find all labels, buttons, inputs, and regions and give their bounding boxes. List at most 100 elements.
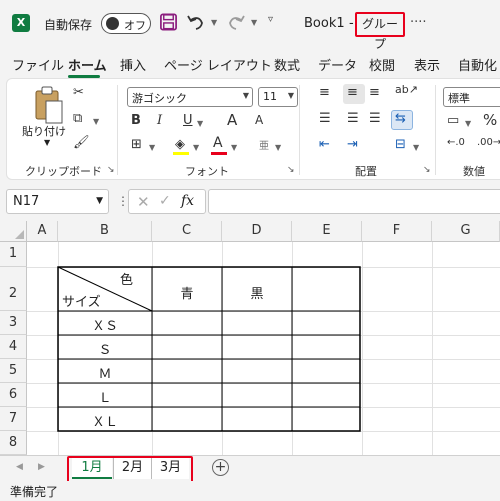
cut-icon[interactable]: ✂ [73,85,84,100]
wrap-text-icon[interactable]: ⇆ [395,111,406,126]
enter-icon[interactable]: ✓ [159,193,171,209]
font-size-value: 11 [263,90,277,103]
sheet-tab-feb[interactable]: 2月 [113,458,151,479]
paste-icon[interactable] [33,85,65,125]
increase-decimal-icon[interactable]: ←.0 [447,137,465,148]
bold-button[interactable]: B [131,113,141,128]
ribbon-separator [435,85,436,175]
sheet-tab-mar[interactable]: 3月 [151,458,189,479]
chevron-down-icon: ▼ [96,196,103,206]
undo-icon[interactable] [186,12,206,32]
sheet-tab-jan[interactable]: 1月 [72,458,112,479]
title-separator: - [349,16,354,31]
ribbon: 貼り付け ▼ ✂ ⧉ ▼ 🖌 クリップボード ↘ 游ゴシック ▼ 11 ▼ B … [6,78,500,180]
borders-dropdown-icon[interactable]: ▼ [149,143,155,152]
redo-dropdown-icon[interactable]: ▼ [251,18,257,27]
alignment-launcher-icon[interactable]: ↘ [423,165,431,175]
decrease-decimal-icon[interactable]: .00→ [477,137,500,148]
percent-button[interactable]: % [483,111,497,129]
tab-page-layout[interactable]: ページ レイアウト [164,55,272,74]
orientation-icon[interactable]: ab↗ [395,83,418,96]
table-col-black: 黒 [250,287,264,302]
undo-dropdown-icon[interactable]: ▼ [211,18,217,27]
clipboard-launcher-icon[interactable]: ↘ [107,165,115,175]
copy-dropdown-icon[interactable]: ▼ [93,117,99,126]
number-group-label: 数値 [463,165,485,178]
cancel-icon[interactable]: ✕ [137,193,150,211]
underline-button[interactable]: U [183,113,193,128]
excel-icon: X [12,14,30,32]
decrease-font-button[interactable]: A [255,113,263,127]
formula-input[interactable] [208,189,500,214]
accounting-format-icon[interactable]: ▭ [447,113,459,128]
ribbon-tabs: ファイル ホーム 挿入 ページ レイアウト 数式 データ 校閲 表示 自動化 [0,46,500,78]
redo-icon[interactable] [226,12,246,32]
paste-button[interactable]: 貼り付け [22,123,66,139]
fill-color-swatch [173,152,189,155]
name-box-value: N17 [13,194,40,209]
ribbon-separator [299,85,300,175]
align-top-icon[interactable]: ≡ [319,85,330,100]
tab-file[interactable]: ファイル [12,55,64,74]
insert-function-button[interactable]: fx [181,193,194,209]
align-middle-icon[interactable]: ≡ [347,85,358,100]
number-format-select[interactable]: 標準 [443,87,500,107]
increase-font-button[interactable]: A [227,111,237,129]
phonetic-guide-button[interactable]: 亜 [259,137,269,152]
sheet-tab-bar: ◀ ▶ 1月 2月 3月 + [0,455,500,483]
autosave-state: オフ [124,19,146,32]
format-painter-icon[interactable]: 🖌 [73,135,90,150]
accounting-dropdown-icon[interactable]: ▼ [465,119,471,128]
merge-center-icon[interactable]: ⊟ [395,137,406,152]
align-bottom-icon[interactable]: ≡ [369,85,380,100]
worksheet-grid[interactable]: A B C D E F G 1 2 3 4 5 6 7 8 色 サイズ 青 黒 … [0,221,500,455]
underline-dropdown-icon[interactable]: ▼ [197,119,203,128]
font-color-icon[interactable]: A [213,135,223,151]
increase-indent-icon[interactable]: ⇥ [347,137,358,152]
tab-review[interactable]: 校閲 [369,55,395,74]
tab-view[interactable]: 表示 [414,55,440,74]
add-sheet-button[interactable]: + [212,459,229,476]
customize-qat-icon[interactable]: ▿ [268,14,273,25]
title-more: ···· [410,15,427,30]
align-right-icon[interactable]: ☰ [369,111,381,126]
tab-insert[interactable]: 挿入 [120,55,146,74]
decrease-indent-icon[interactable]: ⇤ [319,137,330,152]
tab-formulas[interactable]: 数式 [274,55,300,74]
name-box[interactable]: N17 ▼ [6,189,109,214]
tab-automate[interactable]: 自動化 [458,55,497,74]
autosave-toggle[interactable]: オフ [101,13,151,34]
align-center-icon[interactable]: ☰ [347,111,359,126]
save-icon[interactable] [159,12,178,32]
font-color-dropdown-icon[interactable]: ▼ [231,143,237,152]
align-left-icon[interactable]: ☰ [319,111,331,126]
font-name-value: 游ゴシック [132,92,187,105]
formula-bar: N17 ▼ ⋮ ✕ ✓ fx [0,185,500,221]
font-group-label: フォント [185,165,229,178]
tab-data[interactable]: データ [318,55,357,74]
autosave-label: 自動保存 [44,18,93,32]
italic-button[interactable]: I [157,113,162,128]
document-title: Book1 [304,16,345,31]
merge-dropdown-icon[interactable]: ▼ [413,143,419,152]
toggle-knob [106,17,119,30]
number-format-value: 標準 [448,92,470,105]
fill-color-dropdown-icon[interactable]: ▼ [193,143,199,152]
alignment-group-label: 配置 [355,165,377,178]
next-sheet-icon[interactable]: ▶ [38,462,45,472]
phonetic-dropdown-icon[interactable]: ▼ [275,143,281,152]
prev-sheet-icon[interactable]: ◀ [16,462,23,472]
table-col-blue: 青 [180,287,194,302]
font-launcher-icon[interactable]: ↘ [287,165,295,175]
font-size-select[interactable]: 11 ▼ [258,87,298,107]
copy-icon[interactable]: ⧉ [73,111,82,126]
fill-color-icon[interactable]: ◈ [175,137,185,152]
ribbon-separator [117,85,118,175]
borders-icon[interactable]: ⊞ [131,137,142,152]
font-name-select[interactable]: 游ゴシック ▼ [127,87,253,107]
paste-dropdown-icon[interactable]: ▼ [44,138,50,147]
clipboard-group-label: クリップボード [25,165,102,178]
status-text: 準備完了 [10,485,59,499]
tab-home[interactable]: ホーム [68,55,107,74]
status-bar: 準備完了 [0,481,500,501]
